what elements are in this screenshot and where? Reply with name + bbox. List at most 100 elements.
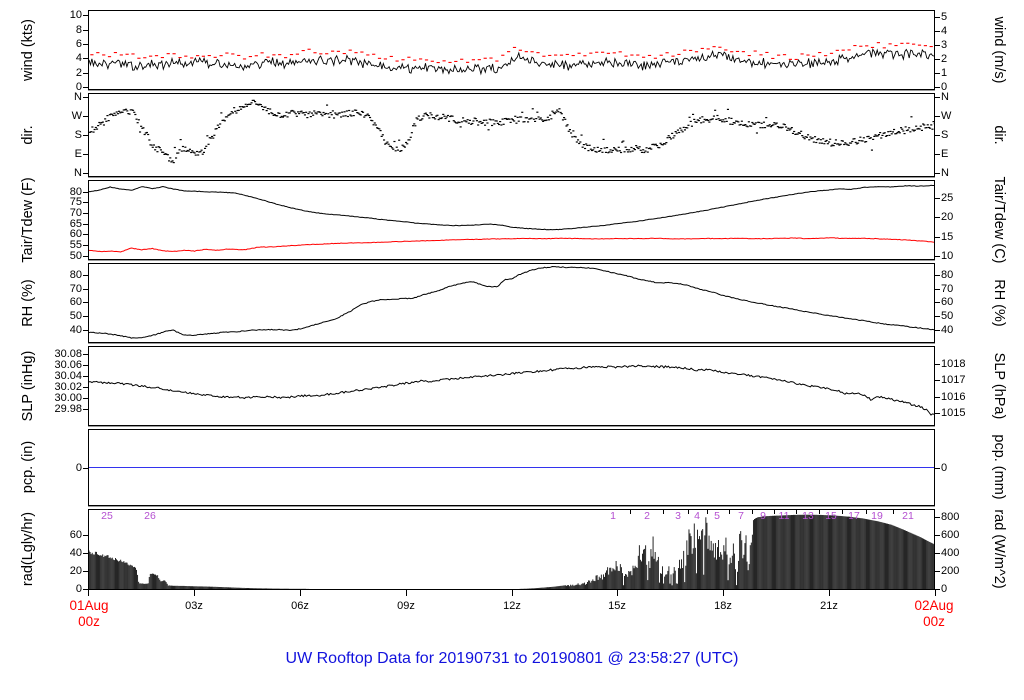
- radiation-bar: [90, 554, 92, 589]
- radiation-bar: [592, 579, 594, 589]
- radiation-bar: [243, 587, 245, 589]
- left-axis-tick: [83, 316, 88, 317]
- wind_direction_deg-point: [617, 146, 620, 148]
- panel-dir: [88, 93, 935, 177]
- radiation-bar: [636, 567, 638, 589]
- radiation-bar: [185, 586, 187, 589]
- wind_direction_deg-point: [925, 127, 928, 129]
- radiation-bar: [681, 559, 683, 589]
- radiation-bar: [124, 562, 126, 589]
- peak_wind_10min-point: [882, 47, 886, 49]
- left-tick-label: 70: [69, 207, 82, 220]
- radiation-bar: [126, 562, 128, 589]
- left-tick-label: 8: [75, 23, 82, 36]
- peak_wind_10min-point: [231, 53, 235, 55]
- right-axis-tick: [935, 59, 940, 60]
- radiation-bar: [878, 521, 880, 589]
- sea_level_pressure_inhg-trace: [89, 364, 934, 416]
- left-axis-tick: [83, 409, 88, 411]
- right-tick-label: N: [941, 90, 949, 103]
- xaxis-start-hour-label: 00z: [78, 614, 100, 629]
- radiation-bar: [720, 552, 722, 589]
- radiation-bar: [230, 587, 231, 589]
- radiation-bar: [866, 519, 867, 589]
- rad-hour-label: 1: [610, 510, 616, 522]
- radiation-bar: [255, 588, 257, 589]
- radiation-bar: [596, 575, 598, 589]
- radiation-bar: [588, 580, 590, 589]
- temp-plot: [89, 184, 934, 253]
- radiation-bar: [213, 586, 215, 589]
- wind_direction_deg-point: [608, 151, 611, 153]
- wind_direction_deg-point: [207, 143, 210, 145]
- radiation-bar: [544, 587, 546, 589]
- peak_wind_10min-point: [712, 46, 716, 48]
- wind_direction_deg-point: [445, 116, 448, 118]
- wind_direction_deg-point: [240, 108, 243, 110]
- radiation-bar: [736, 585, 737, 589]
- peak_wind_10min-point: [172, 53, 176, 55]
- radiation-bar: [909, 532, 911, 589]
- wind_direction_deg-point: [881, 134, 884, 136]
- radiation-bar: [226, 587, 228, 589]
- radiation-bar: [178, 585, 180, 589]
- wind_direction_deg-point: [197, 154, 200, 156]
- wind_direction_deg-point: [603, 147, 606, 149]
- wind_direction_deg-point: [560, 113, 563, 115]
- wind_direction_deg-point: [363, 116, 366, 118]
- radiation-bar: [579, 585, 581, 589]
- wind_direction_deg-point: [180, 150, 183, 152]
- left-tick-label: W: [71, 109, 82, 122]
- radiation-bar: [616, 566, 618, 589]
- wind_direction_deg-point: [200, 149, 203, 151]
- radiation-bar: [98, 554, 99, 589]
- peak_wind_10min-point: [260, 52, 264, 54]
- wind_direction_deg-point: [814, 136, 817, 138]
- peak_wind_10min-point: [718, 46, 722, 48]
- x-axis-tick-label: 18z: [714, 600, 732, 612]
- radiation-bar: [750, 542, 752, 589]
- left-axis-tick: [83, 154, 88, 156]
- left-tick-label: 65: [69, 217, 82, 230]
- right-axis-tick: [935, 96, 940, 98]
- peak_wind_10min-point: [507, 51, 511, 53]
- right-tick-label: 1016: [941, 391, 966, 404]
- wind_direction_deg-point: [923, 124, 926, 126]
- wind_direction_deg-point: [690, 125, 693, 127]
- radiation-bar: [793, 514, 794, 589]
- wind_direction_deg-point: [281, 116, 284, 118]
- radiation-bar: [911, 533, 913, 589]
- radiation-bar: [100, 555, 102, 589]
- radiation-bar: [836, 515, 838, 589]
- wind_direction_deg-point: [898, 132, 901, 134]
- peak_wind_10min-point: [348, 49, 352, 51]
- radiation-bar: [622, 573, 623, 589]
- rad-top-tick: [663, 510, 664, 514]
- wind_direction_deg-point: [383, 139, 386, 141]
- radiation-bar: [140, 583, 142, 589]
- wind_direction_deg-point: [159, 149, 162, 151]
- right-tick-label: 5: [941, 11, 948, 24]
- radiation-bar: [240, 587, 242, 589]
- radiation-bar: [816, 514, 818, 589]
- left-axis-tick: [83, 553, 88, 555]
- chart-title: UW Rooftop Data for 20190731 to 20190801…: [285, 650, 739, 667]
- peak_wind_10min-point: [237, 54, 241, 56]
- wind_direction_deg-point: [142, 127, 145, 129]
- wind_direction_deg-point: [150, 144, 153, 146]
- wind_direction_deg-point: [231, 112, 234, 114]
- left-tick-label: 50: [69, 249, 82, 262]
- wind_direction_deg-point: [513, 120, 516, 122]
- wind_direction_deg-point: [554, 111, 557, 113]
- radiation-bar: [754, 519, 755, 589]
- peak_wind_10min-point: [900, 42, 904, 44]
- radiation-bar: [869, 519, 871, 589]
- wind_direction_deg-point: [395, 146, 398, 148]
- radiation-bar: [575, 584, 577, 589]
- peak_wind_10min-point: [724, 49, 728, 51]
- radiation-bar: [803, 514, 805, 589]
- left-tick-label: 60: [69, 228, 82, 241]
- wind_direction_deg-point: [105, 120, 108, 122]
- radiation-bar: [635, 567, 637, 589]
- radiation-bar: [625, 574, 627, 589]
